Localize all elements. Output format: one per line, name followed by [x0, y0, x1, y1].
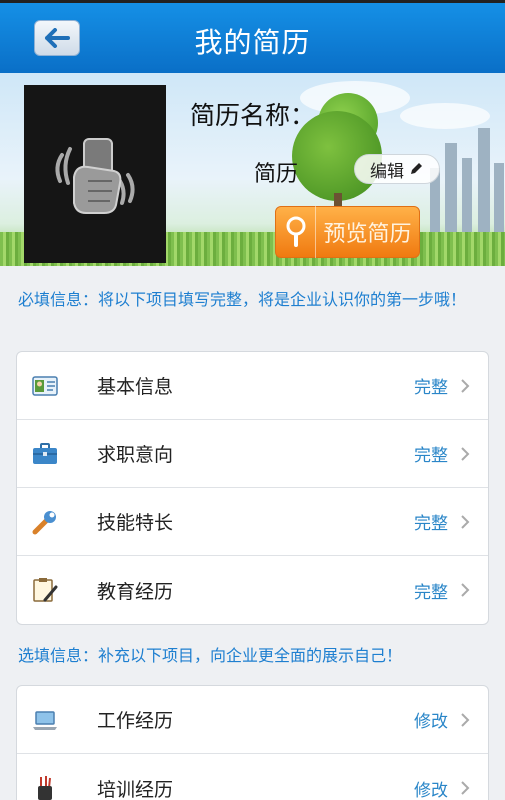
- edit-label: 编辑: [370, 161, 404, 182]
- preview-resume-button[interactable]: 预览简历: [275, 206, 420, 258]
- optional-list: 工作经历 修改 培训经历 修改: [16, 685, 489, 800]
- chevron-right-icon: [461, 447, 470, 461]
- list-item-skills[interactable]: 技能特长 完整: [17, 488, 488, 556]
- pencil-icon: [411, 163, 422, 174]
- hand-phone-icon: [55, 138, 135, 214]
- wrench-icon: [32, 511, 56, 535]
- list-item-work-experience[interactable]: 工作经历 修改: [17, 686, 488, 754]
- list-item-label: 求职意向: [97, 444, 174, 466]
- list-item-label: 技能特长: [97, 512, 174, 534]
- required-note: 必填信息：将以下项目填写完整，将是企业认识你的第一步哦！: [18, 290, 467, 309]
- clipboard-pen-icon: [33, 578, 58, 602]
- edit-button[interactable]: 编辑: [354, 154, 440, 184]
- laptop-icon: [33, 711, 57, 730]
- status-text: 完整: [414, 514, 448, 534]
- resume-name-label: 简历名称：: [190, 101, 316, 130]
- avatar[interactable]: [24, 85, 166, 263]
- page-title: 我的简历: [194, 26, 311, 59]
- optional-note: 选填信息：补充以下项目，向企业更全面的展示自己！: [18, 646, 403, 665]
- chevron-right-icon: [461, 515, 470, 529]
- chevron-right-icon: [461, 583, 470, 597]
- status-text: 修改: [414, 712, 448, 732]
- list-item-label: 培训经历: [97, 778, 174, 800]
- pencil-cup-icon: [38, 776, 52, 800]
- list-item-education[interactable]: 教育经历 完整: [17, 556, 488, 624]
- status-text: 完整: [414, 378, 448, 398]
- app-header: 我的简历: [0, 0, 505, 73]
- preview-label: 预览简历: [323, 222, 412, 247]
- list-item-label: 基本信息: [97, 376, 174, 398]
- resume-name-value: 简历: [254, 162, 299, 187]
- status-text: 完整: [414, 446, 448, 466]
- magnifier-icon: [286, 216, 305, 247]
- list-item-label: 教育经历: [97, 580, 174, 603]
- list-item-label: 工作经历: [97, 710, 174, 732]
- status-text: 完整: [414, 582, 448, 603]
- status-text: 修改: [414, 780, 448, 800]
- required-list: 基本信息 完整 求职意向 完整 技能特长 完整 教育经历 完整: [16, 351, 489, 625]
- list-item-basic-info[interactable]: 基本信息 完整: [17, 352, 488, 420]
- chevron-right-icon: [461, 379, 470, 393]
- chevron-right-icon: [461, 781, 470, 795]
- list-item-job-intention[interactable]: 求职意向 完整: [17, 420, 488, 488]
- briefcase-icon: [33, 443, 57, 464]
- list-item-training[interactable]: 培训经历 修改: [17, 754, 488, 800]
- chevron-right-icon: [461, 713, 470, 727]
- id-card-icon: [32, 376, 58, 396]
